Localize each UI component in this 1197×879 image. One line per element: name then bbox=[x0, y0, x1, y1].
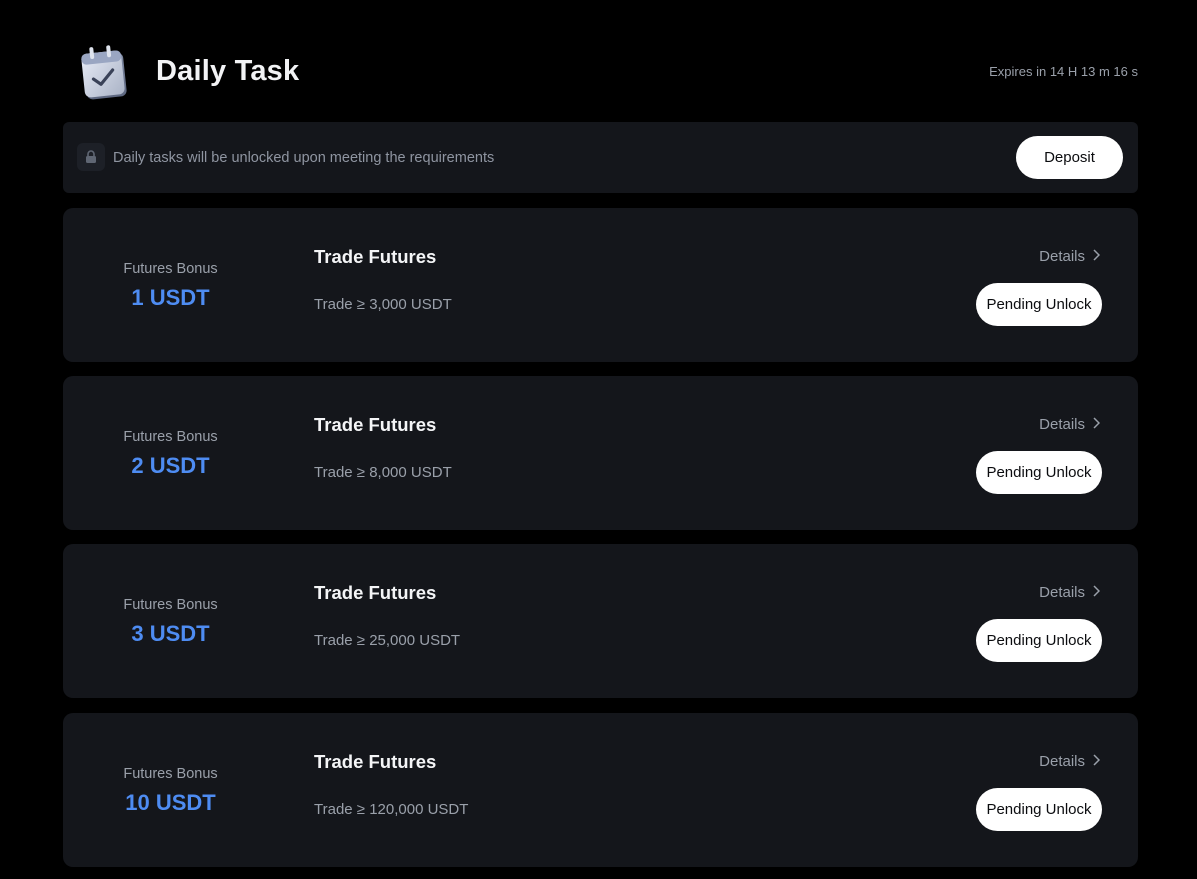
calendar-check-icon bbox=[79, 44, 131, 100]
chevron-right-icon bbox=[1093, 753, 1101, 770]
details-link[interactable]: Details bbox=[1039, 248, 1101, 265]
task-card: Futures Bonus 1 USDT Trade Futures Trade… bbox=[63, 208, 1138, 362]
task-requirement: Trade ≥ 3,000 USDT bbox=[314, 296, 452, 313]
task-title: Trade Futures bbox=[314, 246, 437, 267]
task-requirement: Trade ≥ 25,000 USDT bbox=[314, 632, 461, 649]
bonus-label: Futures Bonus bbox=[123, 766, 218, 782]
bonus-label: Futures Bonus bbox=[123, 597, 218, 613]
chevron-right-icon bbox=[1093, 416, 1101, 433]
expires-countdown: Expires in 14 H 13 m 16 s bbox=[989, 64, 1138, 79]
task-title: Trade Futures bbox=[314, 751, 437, 772]
task-card: Futures Bonus 10 USDT Trade Futures Trad… bbox=[63, 713, 1138, 867]
deposit-button[interactable]: Deposit bbox=[1016, 136, 1123, 179]
task-title: Trade Futures bbox=[314, 582, 437, 603]
details-link[interactable]: Details bbox=[1039, 584, 1101, 601]
lock-icon bbox=[77, 143, 105, 171]
bonus-amount: 3 USDT bbox=[131, 621, 210, 646]
pending-unlock-button[interactable]: Pending Unlock bbox=[976, 619, 1102, 662]
bonus-amount: 2 USDT bbox=[131, 453, 210, 478]
chevron-right-icon bbox=[1093, 584, 1101, 601]
pending-unlock-button[interactable]: Pending Unlock bbox=[976, 451, 1102, 494]
pending-unlock-button[interactable]: Pending Unlock bbox=[976, 788, 1102, 831]
pending-unlock-button[interactable]: Pending Unlock bbox=[976, 283, 1102, 326]
bonus-amount: 10 USDT bbox=[125, 790, 216, 815]
unlock-notice-bar: Daily tasks will be unlocked upon meetin… bbox=[63, 122, 1138, 193]
details-link[interactable]: Details bbox=[1039, 753, 1101, 770]
details-label: Details bbox=[1039, 416, 1085, 433]
page-title: Daily Task bbox=[156, 55, 300, 87]
task-requirement: Trade ≥ 8,000 USDT bbox=[314, 464, 452, 481]
bonus-amount: 1 USDT bbox=[131, 285, 210, 310]
chevron-right-icon bbox=[1093, 248, 1101, 265]
task-card: Futures Bonus 2 USDT Trade Futures Trade… bbox=[63, 376, 1138, 530]
bonus-label: Futures Bonus bbox=[123, 261, 218, 277]
details-label: Details bbox=[1039, 584, 1085, 601]
task-card: Futures Bonus 3 USDT Trade Futures Trade… bbox=[63, 544, 1138, 698]
details-label: Details bbox=[1039, 248, 1085, 265]
details-label: Details bbox=[1039, 753, 1085, 770]
page-header: Daily Task Expires in 14 H 13 m 16 s bbox=[63, 40, 1138, 102]
details-link[interactable]: Details bbox=[1039, 416, 1101, 433]
task-title: Trade Futures bbox=[314, 414, 437, 435]
bonus-label: Futures Bonus bbox=[123, 429, 218, 445]
unlock-notice-text: Daily tasks will be unlocked upon meetin… bbox=[113, 150, 495, 166]
task-requirement: Trade ≥ 120,000 USDT bbox=[314, 801, 469, 818]
